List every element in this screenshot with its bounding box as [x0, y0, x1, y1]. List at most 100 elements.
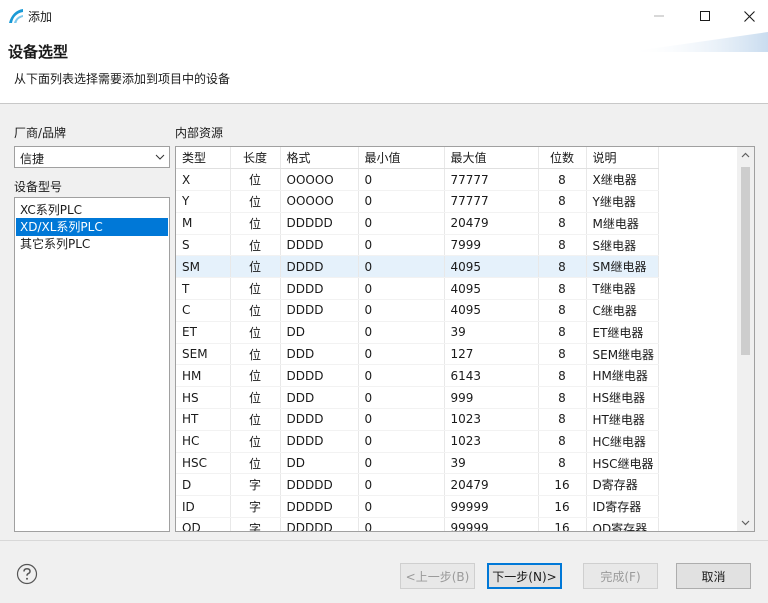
model-list-item[interactable]: XC系列PLC [16, 201, 168, 219]
table-cell: HC继电器 [586, 430, 659, 453]
table-cell: 20479 [444, 212, 539, 235]
table-cell: HS [176, 386, 231, 410]
table-row[interactable]: HT 位 DDDD 0 1023 8 HT继电器 [176, 408, 659, 431]
table-cell: DDDD [280, 234, 359, 257]
table-cell: 位 [230, 408, 281, 431]
table-row[interactable]: QD 字 DDDDD 0 99999 16 QD寄存器 [176, 517, 659, 531]
table-cell: 8 [538, 234, 587, 257]
close-icon [743, 10, 755, 22]
table-cell: ET继电器 [586, 321, 659, 344]
table-cell: 8 [538, 168, 587, 192]
table-cell: HM继电器 [586, 364, 659, 388]
table-cell: 位 [230, 452, 281, 475]
resource-table-viewport: 类型 长度 格式 最小值 最大值 位数 说明 X 位 OOOOO 0 77777 8 X继电… [176, 147, 738, 531]
table-row[interactable]: ET 位 DD 0 39 8 ET继电器 [176, 321, 659, 344]
table-cell: Y继电器 [586, 190, 659, 213]
page-description: 从下面列表选择需要添加到项目中的设备 [14, 72, 231, 86]
column-header-max[interactable]: 最大值 [444, 147, 539, 170]
table-cell: DDDD [280, 430, 359, 453]
table-cell: DDDDD [280, 495, 359, 519]
column-header-length[interactable]: 长度 [230, 147, 281, 170]
back-button[interactable]: <上一步(B) [400, 563, 475, 589]
model-list-item[interactable]: 其它系列PLC [16, 235, 168, 253]
table-cell: 位 [230, 277, 281, 301]
table-row[interactable]: HSC 位 DD 0 39 8 HSC继电器 [176, 452, 659, 475]
table-cell: 7999 [444, 234, 539, 257]
table-cell: 位 [230, 343, 281, 366]
table-cell: 999 [444, 386, 539, 410]
table-row[interactable]: HS 位 DDD 0 999 8 HS继电器 [176, 386, 659, 410]
column-header-description[interactable]: 说明 [586, 147, 659, 170]
table-cell: 位 [230, 430, 281, 453]
table-cell: SEM [176, 343, 231, 366]
table-row[interactable]: SEM 位 DDD 0 127 8 SEM继电器 [176, 343, 659, 366]
table-cell: 0 [358, 386, 445, 410]
table-cell: 8 [538, 212, 587, 235]
table-row[interactable]: T 位 DDDD 0 4095 8 T继电器 [176, 277, 659, 301]
resource-table[interactable]: 类型 长度 格式 最小值 最大值 位数 说明 X 位 OOOOO 0 77777 8 X继电… [175, 146, 755, 532]
finish-button[interactable]: 完成(F) [583, 563, 658, 589]
model-label: 设备型号 [14, 180, 63, 194]
table-cell: 字 [230, 473, 281, 497]
minimize-button[interactable] [636, 0, 682, 32]
column-header-bits[interactable]: 位数 [538, 147, 587, 170]
table-cell: D [176, 473, 231, 497]
maximize-button[interactable] [682, 0, 728, 32]
table-cell: 0 [358, 408, 445, 431]
table-cell: 0 [358, 255, 445, 279]
close-button[interactable] [726, 0, 768, 32]
table-cell: DDDD [280, 277, 359, 301]
banner-decoration-icon [628, 32, 768, 52]
scrollbar-thumb[interactable] [741, 167, 750, 355]
table-row[interactable]: C 位 DDDD 0 4095 8 C继电器 [176, 299, 659, 322]
table-cell: HT [176, 408, 231, 431]
table-cell: 位 [230, 386, 281, 410]
table-row[interactable]: HC 位 DDDD 0 1023 8 HC继电器 [176, 430, 659, 453]
model-list[interactable]: XC系列PLC XD/XL系列PLC 其它系列PLC [14, 197, 170, 532]
table-row[interactable]: Y 位 OOOOO 0 77777 8 Y继电器 [176, 190, 659, 213]
vertical-scrollbar[interactable] [737, 147, 754, 531]
help-icon[interactable] [16, 563, 38, 585]
next-button[interactable]: 下一步(N)> [487, 563, 562, 589]
table-cell: HS继电器 [586, 386, 659, 410]
table-cell: 8 [538, 190, 587, 213]
cancel-button[interactable]: 取消 [676, 563, 751, 589]
table-cell: M [176, 212, 231, 235]
table-cell: 20479 [444, 473, 539, 497]
scroll-down-icon[interactable] [737, 514, 754, 531]
column-header-type[interactable]: 类型 [176, 147, 231, 170]
table-cell: 4095 [444, 255, 539, 279]
table-cell: 位 [230, 299, 281, 322]
vendor-select[interactable]: 信捷 [14, 146, 170, 168]
table-cell: Y [176, 190, 231, 213]
table-cell: 位 [230, 190, 281, 213]
table-cell: 8 [538, 408, 587, 431]
table-cell: X [176, 168, 231, 192]
table-cell: T [176, 277, 231, 301]
table-cell: 位 [230, 212, 281, 235]
table-cell: 位 [230, 321, 281, 344]
table-row[interactable]: SM 位 DDDD 0 4095 8 SM继电器 [176, 255, 659, 279]
scroll-up-icon[interactable] [737, 147, 754, 164]
table-row[interactable]: D 字 DDDDD 0 20479 16 D寄存器 [176, 473, 659, 497]
page-title: 设备选型 [8, 43, 69, 61]
table-cell: DDD [280, 386, 359, 410]
table-row[interactable]: S 位 DDDD 0 7999 8 S继电器 [176, 234, 659, 257]
table-cell: 4095 [444, 277, 539, 301]
table-cell: 99999 [444, 495, 539, 519]
model-list-item[interactable]: XD/XL系列PLC [16, 218, 168, 236]
column-header-format[interactable]: 格式 [280, 147, 359, 170]
table-row[interactable]: HM 位 DDDD 0 6143 8 HM继电器 [176, 364, 659, 388]
table-row[interactable]: M 位 DDDDD 0 20479 8 M继电器 [176, 212, 659, 235]
table-cell: HT继电器 [586, 408, 659, 431]
table-row[interactable]: ID 字 DDDDD 0 99999 16 ID寄存器 [176, 495, 659, 519]
table-cell: 99999 [444, 517, 539, 531]
table-cell: 4095 [444, 299, 539, 322]
column-header-min[interactable]: 最小值 [358, 147, 445, 170]
table-cell: 0 [358, 190, 445, 213]
table-cell: 6143 [444, 364, 539, 388]
table-cell: 39 [444, 452, 539, 475]
resources-label: 内部资源 [175, 126, 224, 140]
table-row[interactable]: X 位 OOOOO 0 77777 8 X继电器 [176, 168, 659, 192]
table-cell: 1023 [444, 430, 539, 453]
